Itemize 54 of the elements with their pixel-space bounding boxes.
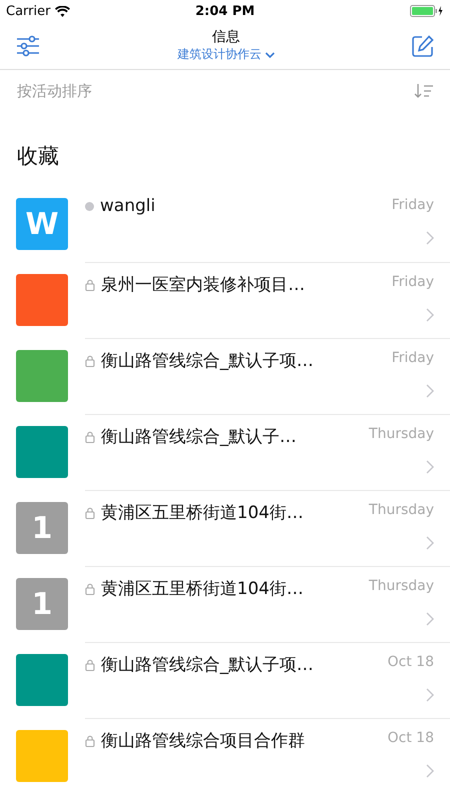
compose-icon[interactable]	[412, 34, 434, 56]
carrier-label: Carrier	[6, 4, 50, 18]
lock-icon	[85, 279, 95, 291]
conversation-date: Friday	[392, 349, 434, 366]
conversation-name: 衡山路管线综合_默认子项…	[101, 654, 314, 676]
conversation-row[interactable]: 衡山路管线综合_默认子项… Oct 18	[0, 642, 450, 718]
conversation-date: Friday	[392, 273, 434, 290]
conversation-row[interactable]: 衡山路管线综合项目合作群 Oct 18	[0, 718, 450, 794]
battery-icon	[410, 5, 444, 17]
conversation-name: 衡山路管线综合_默认子…	[101, 426, 296, 448]
avatar: 1	[16, 502, 68, 554]
conversation-name: 黄浦区五里桥街道104街…	[101, 578, 304, 600]
conversation-name: 衡山路管线综合项目合作群	[101, 730, 305, 752]
clock-time: 2:04 PM	[195, 4, 255, 18]
conversation-date: Thursday	[368, 501, 434, 518]
lock-icon	[85, 507, 95, 519]
lock-icon	[85, 659, 95, 671]
caret-icon	[264, 52, 274, 58]
chevron-icon	[426, 460, 434, 474]
conversation-row[interactable]: 泉州一医室内装修补项目… Friday	[0, 262, 450, 338]
conversation-date: Thursday	[368, 577, 434, 594]
chevron-icon	[426, 764, 434, 778]
chevron-icon	[426, 231, 434, 245]
workspace-selector[interactable]: 建筑设计协作云	[178, 46, 274, 63]
section-title: 收藏	[16, 143, 60, 170]
status-dot	[85, 202, 94, 211]
chevron-icon	[426, 384, 434, 398]
chevron-icon	[426, 536, 434, 550]
conversation-row[interactable]: 1 黄浦区五里桥街道104街… Thursday	[0, 566, 450, 642]
conversation-date: Oct 18	[388, 729, 434, 746]
chevron-icon	[426, 688, 434, 702]
wifi-icon	[55, 6, 70, 16]
conversation-row[interactable]: 1 黄浦区五里桥街道104街… Thursday	[0, 490, 450, 566]
conversation-row[interactable]: 衡山路管线综合_默认子… Thursday	[0, 414, 450, 490]
conversation-row[interactable]: 衡山路管线综合_默认子项… Friday	[0, 338, 450, 414]
filter-icon[interactable]	[16, 34, 40, 58]
conversation-name: 黄浦区五里桥街道104街…	[101, 502, 304, 524]
conversation-name: wangli	[100, 196, 156, 216]
conversation-name: 泉州一医室内装修补项目…	[101, 274, 305, 296]
lock-icon	[85, 355, 95, 367]
nav-title: 信息	[212, 28, 240, 46]
conversation-row[interactable]: W wangli Friday	[0, 186, 450, 262]
conversation-name: 衡山路管线综合_默认子项…	[101, 350, 314, 372]
lock-icon	[85, 735, 95, 747]
conversation-date: Thursday	[368, 425, 434, 442]
conversation-date: Friday	[392, 196, 434, 213]
chevron-icon	[426, 612, 434, 626]
chevron-icon	[426, 308, 434, 322]
lock-icon	[85, 583, 95, 595]
conversation-date: Oct 18	[388, 653, 434, 670]
avatar: W	[16, 198, 68, 250]
lock-icon	[85, 431, 95, 443]
avatar: 1	[16, 578, 68, 630]
sort-icon[interactable]	[414, 83, 434, 99]
